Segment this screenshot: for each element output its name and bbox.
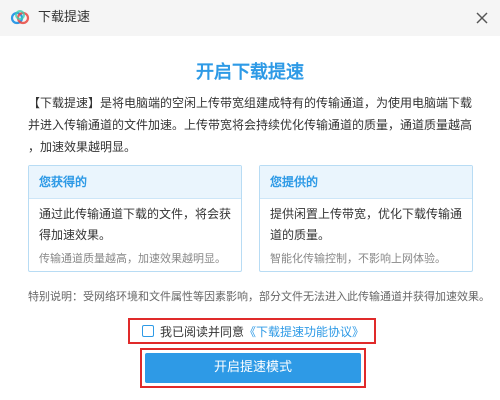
agreement-link[interactable]: 《下载提速功能协议》 <box>244 323 364 340</box>
window-title: 下载提速 <box>38 10 91 25</box>
benefits-card-note: 传输通道质量越高，加速效果越明显。 <box>39 252 226 265</box>
card-body-line: 提供闲置上传带宽，优化下载传输通 <box>270 207 463 221</box>
agreement-row: 我已阅读并同意 《下载提速功能协议》 <box>142 323 364 339</box>
card-body-line: 通过此传输通道下载的文件，将会获 <box>39 207 232 221</box>
card-body-line: 得加速效果。 <box>39 228 112 242</box>
benefits-card-title: 您获得的 <box>29 166 241 199</box>
special-note: 特别说明：受网络环境和文件属性等因素影响，部分文件无法进入此传输通道并获得加速效… <box>28 290 490 303</box>
description-line: 【下载提速】是将电脑端的空闲上传带宽组建成特有的传输通道，为使用电脑端下载 <box>28 96 473 110</box>
close-icon[interactable] <box>470 6 494 30</box>
dialog-window: 下载提速 开启下载提速 【下载提速】是将电脑端的空闲上传带宽组建成特有的传输通道… <box>0 0 500 400</box>
enable-speedup-button[interactable]: 开启提速模式 <box>145 353 361 383</box>
title-bar: 下载提速 <box>0 0 500 36</box>
agreement-label[interactable]: 我已阅读并同意 <box>160 323 244 340</box>
card-body-line: 道的质量。 <box>270 228 331 242</box>
contribution-card: 您提供的 提供闲置上传带宽，优化下载传输通 道的质量。 智能化传输控制，不影响上… <box>259 165 473 272</box>
benefits-card: 您获得的 通过此传输通道下载的文件，将会获 得加速效果。 传输通道质量越高，加速… <box>28 165 242 272</box>
contribution-card-body: 提供闲置上传带宽，优化下载传输通 道的质量。 <box>260 199 472 246</box>
cloud-logo-icon <box>10 10 30 25</box>
agreement-checkbox[interactable] <box>142 325 154 337</box>
description-line: 并进入传输通道的文件加速。上传带宽将会持续优化传输通道的质量，通道质量越高 <box>28 118 473 132</box>
description-line: ，加速效果越明显。 <box>28 140 137 154</box>
benefits-card-body: 通过此传输通道下载的文件，将会获 得加速效果。 <box>29 199 241 246</box>
contribution-card-note: 智能化传输控制，不影响上网体验。 <box>270 252 446 265</box>
feature-description: 【下载提速】是将电脑端的空闲上传带宽组建成特有的传输通道，为使用电脑端下载 并进… <box>28 92 476 158</box>
contribution-card-title: 您提供的 <box>260 166 472 199</box>
page-heading: 开启下载提速 <box>196 62 304 83</box>
